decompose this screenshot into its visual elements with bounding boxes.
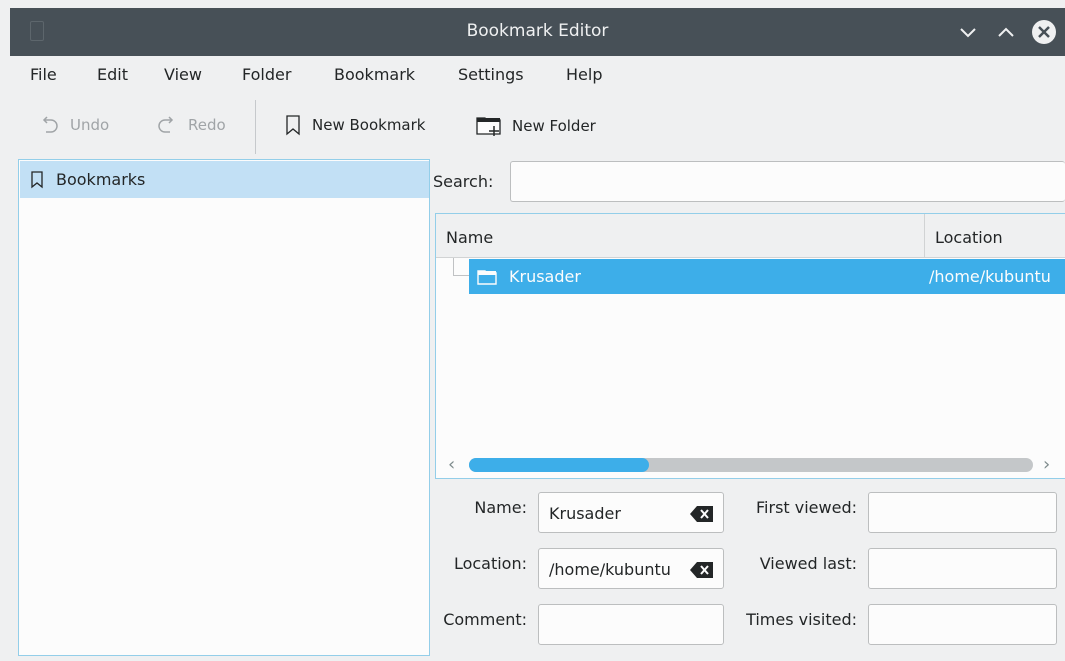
first-viewed-field [868, 492, 1057, 533]
name-field[interactable]: Krusader [538, 492, 724, 533]
minimize-button[interactable] [954, 18, 982, 46]
window-title: Bookmark Editor [466, 21, 609, 41]
folder-icon [477, 269, 497, 285]
maximize-button[interactable] [992, 18, 1020, 46]
new-bookmark-button[interactable]: New Bookmark [284, 114, 425, 136]
menu-settings[interactable]: Settings [458, 65, 524, 84]
new-bookmark-label: New Bookmark [312, 116, 426, 134]
times-visited-label: Times visited: [746, 610, 857, 629]
close-button[interactable] [1030, 18, 1058, 46]
menu-edit[interactable]: Edit [97, 65, 128, 84]
search-input[interactable] [510, 161, 1065, 202]
clear-text-icon[interactable] [689, 505, 715, 523]
toolbar-separator [255, 100, 256, 154]
bookmark-icon [286, 115, 300, 136]
column-separator [924, 214, 925, 258]
menu-folder[interactable]: Folder [242, 65, 291, 84]
scroll-left-icon[interactable]: ‹ [448, 454, 455, 475]
bookmark-list[interactable]: Name Location Krusader /home/kubuntu ‹ › [435, 213, 1065, 479]
location-value: /home/kubuntu [549, 560, 671, 579]
table-row[interactable]: Krusader /home/kubuntu [469, 259, 1065, 294]
location-field[interactable]: /home/kubuntu [538, 548, 724, 589]
menu-bookmark[interactable]: Bookmark [334, 65, 415, 84]
name-value: Krusader [549, 504, 621, 523]
tree-branch-line [453, 258, 454, 276]
list-header: Name Location [436, 214, 1065, 258]
undo-button[interactable]: Undo [38, 114, 109, 136]
comment-label: Comment: [443, 610, 527, 629]
tree-item-label: Bookmarks [56, 170, 146, 189]
search-label: Search: [433, 172, 494, 191]
folder-tree[interactable]: Bookmarks [18, 159, 430, 656]
location-label: Location: [453, 554, 527, 573]
redo-label: Redo [188, 116, 226, 134]
tree-item-bookmarks[interactable]: Bookmarks [20, 161, 429, 198]
row-location: /home/kubuntu [929, 267, 1051, 286]
toolbar: Undo Redo New Bookmark New Folder [10, 96, 1065, 156]
new-folder-button[interactable]: New Folder [476, 114, 596, 138]
undo-icon [42, 116, 58, 133]
viewed-last-label: Viewed last: [759, 554, 857, 573]
row-name: Krusader [509, 267, 581, 286]
new-folder-label: New Folder [512, 117, 596, 135]
menu-view[interactable]: View [164, 65, 202, 84]
scrollbar-thumb[interactable] [469, 458, 649, 472]
comment-field[interactable] [538, 604, 724, 645]
chevron-down-icon [960, 28, 976, 38]
name-label: Name: [474, 498, 527, 517]
title-bar: Bookmark Editor [10, 8, 1065, 56]
tree-branch-line [453, 275, 469, 276]
viewed-last-field [868, 548, 1057, 589]
horizontal-scrollbar[interactable]: ‹ › [436, 450, 1065, 478]
column-header-location[interactable]: Location [935, 228, 1003, 247]
chevron-up-icon [998, 27, 1014, 37]
times-visited-field [868, 604, 1057, 645]
scroll-right-icon[interactable]: › [1043, 454, 1050, 475]
menu-bar: File Edit View Folder Bookmark Settings … [10, 56, 1065, 96]
close-icon [1032, 20, 1056, 44]
menu-file[interactable]: File [30, 65, 57, 84]
first-viewed-label: First viewed: [756, 498, 857, 517]
redo-button[interactable]: Redo [156, 114, 226, 136]
new-folder-icon [476, 117, 501, 136]
bookmark-icon [31, 170, 43, 188]
column-header-name[interactable]: Name [446, 228, 493, 247]
clear-text-icon[interactable] [689, 561, 715, 579]
undo-label: Undo [70, 116, 110, 134]
redo-icon [158, 116, 174, 133]
menu-help[interactable]: Help [566, 65, 602, 84]
